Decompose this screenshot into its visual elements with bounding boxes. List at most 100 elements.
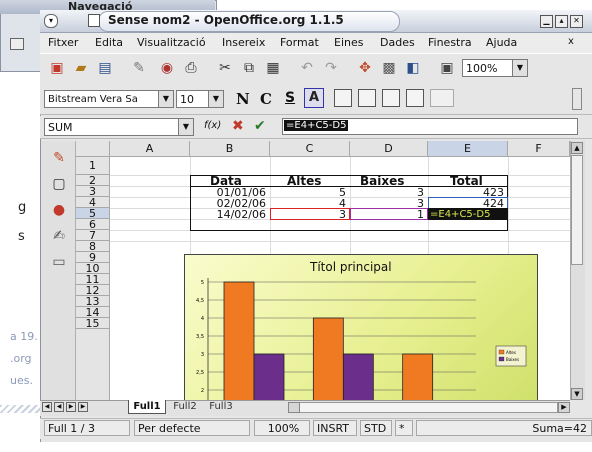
italic-button[interactable]: C [260,90,272,108]
align-center-icon[interactable] [358,89,376,107]
tab-full2[interactable]: Full2 [168,401,202,413]
zoom-icon[interactable]: ▣ [436,57,458,79]
cut-icon[interactable]: ✂ [214,57,236,79]
background-side-text-2: s [18,229,25,244]
redo-icon[interactable]: ↷ [320,57,342,79]
menu-format[interactable]: Format [280,36,319,49]
bold-button[interactable]: N [236,90,250,108]
font-name-field[interactable]: Bitstream Vera Sa [44,90,172,108]
column-header-b[interactable]: B [190,141,270,157]
chart-y-tick-label: 5 [201,280,204,286]
copy-icon[interactable]: ⧉ [238,57,260,79]
gridline [110,241,570,242]
toolbar-more-icon[interactable] [572,88,582,110]
justify-icon[interactable] [406,89,424,107]
menu-dades[interactable]: Dades [380,36,415,49]
menu-edita[interactable]: Edita [95,36,123,49]
merge-cells-icon[interactable] [430,89,454,107]
insert-frame-icon[interactable]: ▢ [48,173,70,195]
chart-y-tick-label: 3,5 [196,334,204,340]
row-header-1[interactable]: 1 [76,157,110,175]
form-icon[interactable]: ▭ [48,251,70,273]
align-right-icon[interactable] [382,89,400,107]
status-sheet: Full 1 / 3 [44,420,130,436]
show-draw-functions-icon[interactable]: ✎ [48,147,70,169]
chart-y-tick-label: 4 [201,316,204,322]
save-icon[interactable]: ▤ [94,57,116,79]
status-insert-mode[interactable]: INSRT [313,420,357,436]
data-sources-icon[interactable]: ◧ [402,57,424,79]
status-page-style[interactable]: Per defecte [134,420,250,436]
tab-first-icon[interactable]: ◀ [42,402,52,412]
tab-next-icon[interactable]: ▶ [66,402,76,412]
maximize-button[interactable]: ▴ [555,15,568,28]
menu-visualitzacio[interactable]: Visualització [137,36,206,49]
paste-icon[interactable]: ▦ [262,57,284,79]
column-header-e[interactable]: E [428,141,508,157]
column-header-d[interactable]: D [350,141,428,157]
font-name-dropdown-icon[interactable]: ▼ [158,90,174,108]
insert-object-icon[interactable]: ● [48,199,70,221]
chart-y-tick-label: 2 [201,388,204,394]
chart-bar-altes-3 [402,353,434,404]
font-size-dropdown-icon[interactable]: ▼ [208,90,224,108]
header-altes[interactable]: Altes [287,175,321,187]
tab-full3[interactable]: Full3 [204,401,238,413]
spellcheck-icon[interactable]: ✍ [48,225,70,247]
scroll-down-icon[interactable]: ▼ [571,388,583,400]
menu-ajuda[interactable]: Ajuda [486,36,517,49]
status-selection-mode[interactable]: STD [360,420,392,436]
name-box[interactable]: SUM [44,118,192,136]
vertical-scroll-thumb[interactable] [571,155,583,265]
column-header-c[interactable]: C [270,141,350,157]
cancel-icon[interactable]: ✖ [232,118,244,134]
menu-fitxer[interactable]: Fitxer [48,36,78,49]
document-close-icon[interactable]: x [568,36,574,47]
scroll-right-icon[interactable]: ▶ [558,402,570,413]
name-box-dropdown-icon[interactable]: ▼ [178,118,194,136]
zoom-dropdown-icon[interactable]: ▼ [512,59,528,77]
close-button[interactable]: ✕ [570,15,583,28]
edit-file-icon[interactable]: ✎ [128,57,150,79]
document-icon [88,14,100,27]
align-left-icon[interactable] [334,89,352,107]
gallery-icon[interactable]: ▩ [378,57,400,79]
tab-last-icon[interactable]: ▶ [78,402,88,412]
tab-prev-icon[interactable]: ◀ [54,402,64,412]
cell-d5[interactable]: 1 [352,209,424,221]
column-header-f[interactable]: F [508,141,570,157]
scroll-left-icon[interactable] [288,402,300,413]
scroll-up-icon[interactable]: ▲ [571,142,583,154]
accept-icon[interactable]: ✔ [254,118,266,134]
cell-c5[interactable]: 3 [272,209,346,221]
status-sum: Suma=42 [416,420,592,436]
window-menu-icon[interactable]: ▾ [44,14,58,28]
export-pdf-icon[interactable]: ◉ [156,57,178,79]
print-icon[interactable]: ⎙ [180,57,202,79]
chart-plot: 54,543,532,521,51AltesBaixes [196,278,527,404]
undo-icon[interactable]: ↶ [296,57,318,79]
window-title: Sense nom2 - OpenOffice.org 1.1.5 [108,13,344,27]
header-total[interactable]: Total [450,175,483,187]
select-all-corner[interactable] [76,141,110,157]
header-baixes[interactable]: Baixes [360,175,404,187]
horizontal-scrollbar[interactable] [288,402,558,413]
menu-insereix[interactable]: Insereix [222,36,265,49]
chart-bar-baixes-1 [253,353,285,404]
status-zoom[interactable]: 100% [254,420,310,436]
menu-eines[interactable]: Eines [334,36,363,49]
new-document-icon[interactable]: ▣ [46,57,68,79]
background-side-text-1: g [18,200,27,215]
menu-finestra[interactable]: Finestra [428,36,472,49]
open-folder-icon[interactable]: ▰ [70,57,92,79]
font-color-button[interactable]: A [304,88,324,108]
underline-button[interactable]: S [285,90,295,106]
formula-text: =E4+C5-D5 [284,120,349,131]
row-header-15[interactable]: 15 [76,318,110,329]
navigator-icon[interactable]: ✥ [354,57,376,79]
minimize-button[interactable]: ▁ [540,15,553,28]
function-wizard-icon[interactable]: f(x) [204,120,221,131]
cell-b5[interactable]: 14/02/06 [196,209,266,221]
tab-full1[interactable]: Full1 [128,400,166,414]
column-header-a[interactable]: A [110,141,190,157]
